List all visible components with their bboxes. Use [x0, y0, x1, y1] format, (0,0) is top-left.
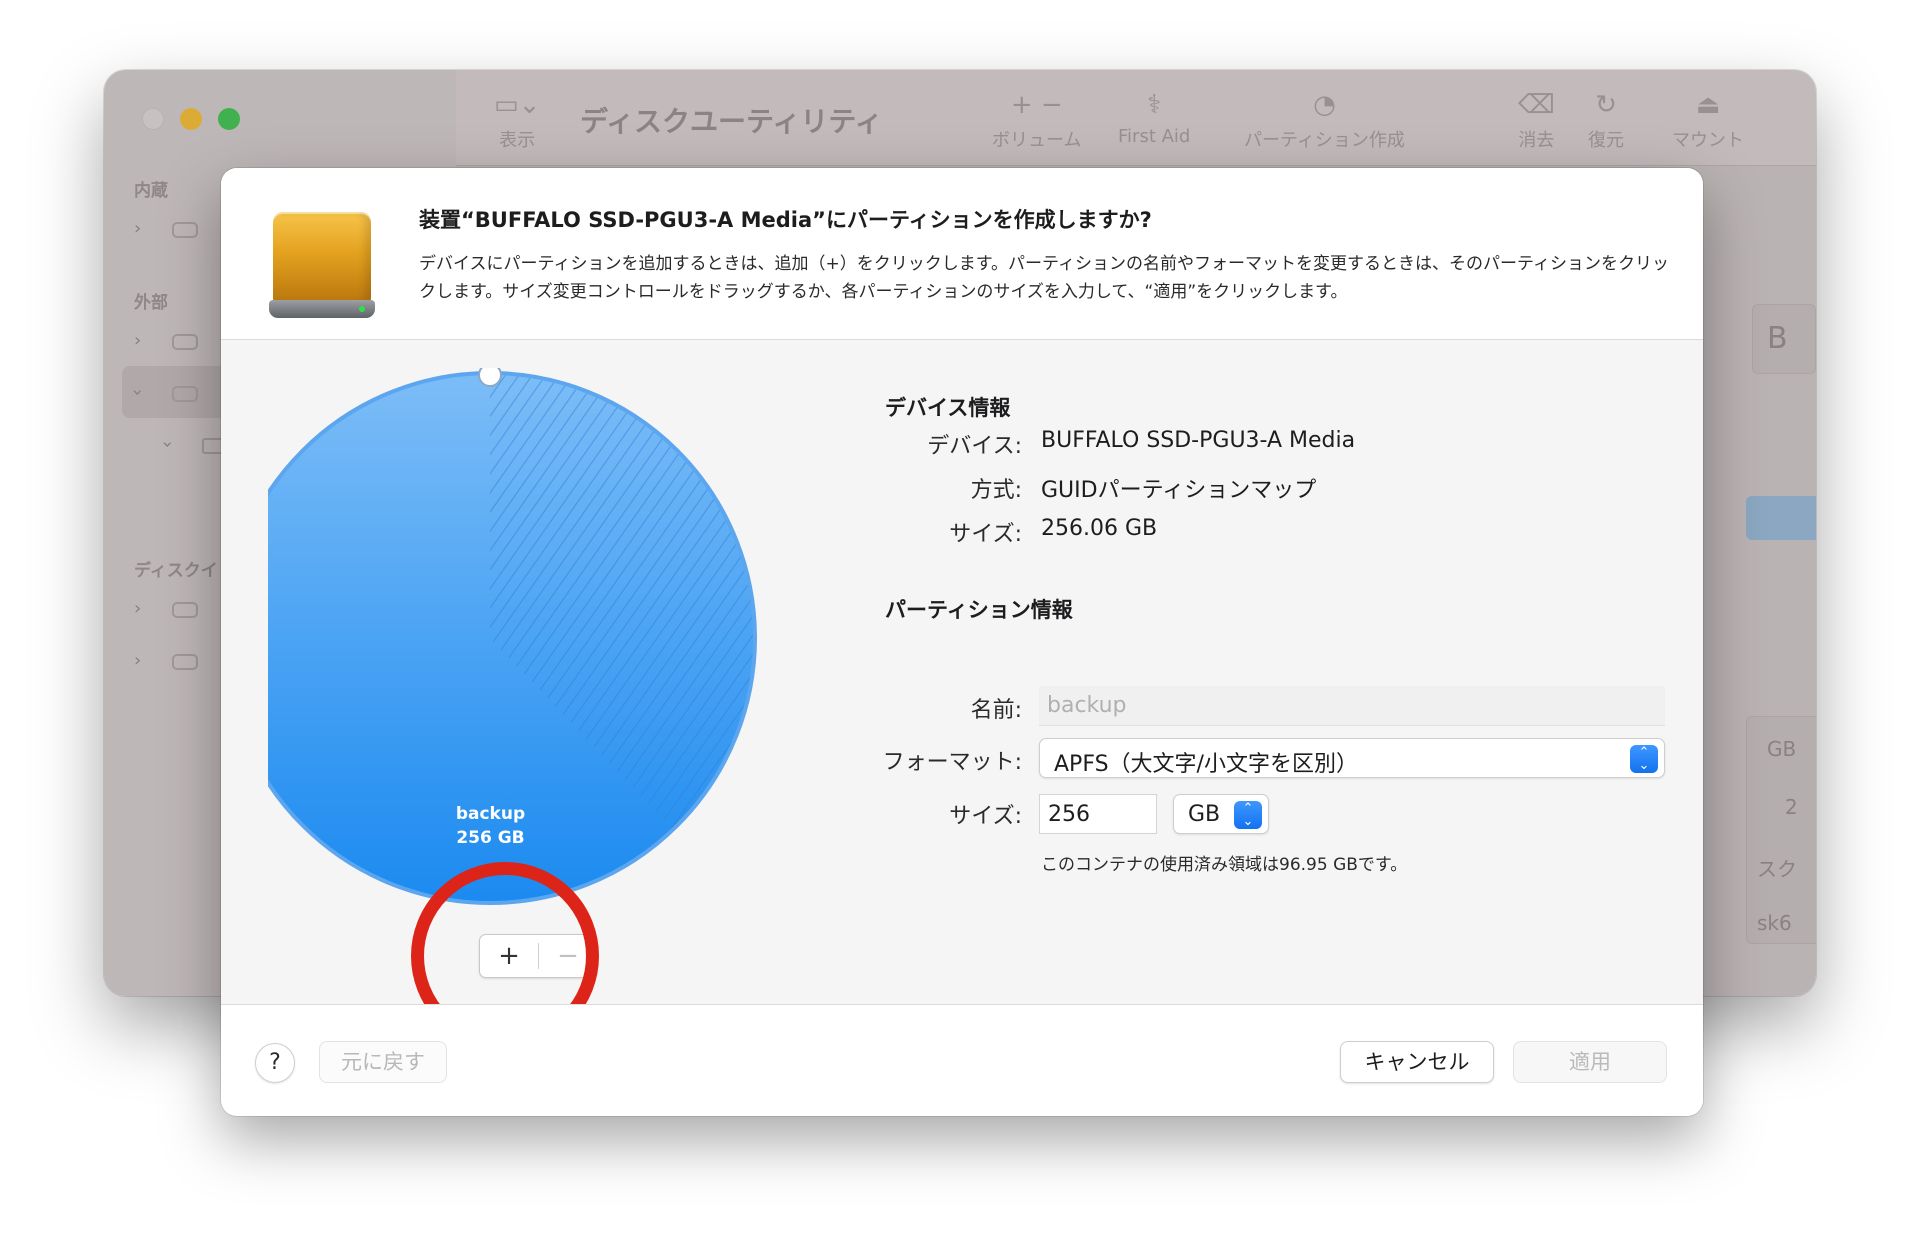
sidebar-section-internal: 内蔵 [134, 181, 168, 201]
chevron-down-icon[interactable]: › [127, 389, 148, 396]
partition-info-heading: パーティション情報 [885, 598, 1073, 622]
dialog-header: 装置“BUFFALO SSD-PGU3-A Media”にパーティションを作成し… [221, 168, 1703, 340]
device-info-heading: デバイス情報 [885, 396, 1011, 420]
device-label: デバイス: [927, 434, 1022, 459]
disk-icon [172, 222, 198, 238]
disk-icon [172, 654, 198, 670]
minimize-window-button[interactable] [180, 108, 202, 130]
size-value: 256 [1048, 802, 1090, 827]
partition-size-field[interactable]: 256 [1039, 794, 1157, 834]
used-space-note: このコンテナの使用済み領域は96.95 GBです。 [1041, 855, 1408, 875]
partition-toolbar-button[interactable]: ◔ パーティション作成 [1244, 88, 1405, 152]
capacity-box: B [1752, 304, 1816, 374]
chevron-right-icon[interactable]: › [134, 330, 141, 351]
partition-dialog: 装置“BUFFALO SSD-PGU3-A Media”にパーティションを作成し… [221, 168, 1703, 1116]
mount-icon: ⏏ [1695, 90, 1721, 120]
external-drive-icon [269, 212, 375, 320]
name-label: 名前: [970, 698, 1022, 723]
sidebar-section-disk-images: ディスクイ [134, 561, 218, 581]
chevron-down-icon[interactable]: › [157, 441, 178, 448]
partition-name-label: backup [455, 804, 526, 824]
first-aid-toolbar-button[interactable]: ⚕ First Aid [1118, 88, 1190, 147]
revert-button[interactable]: 元に戻す [319, 1041, 447, 1083]
help-button[interactable]: ? [255, 1043, 295, 1083]
device-size-label: サイズ: [949, 522, 1022, 547]
dialog-title: 装置“BUFFALO SSD-PGU3-A Media”にパーティションを作成し… [419, 208, 1152, 232]
resize-handle[interactable] [478, 368, 502, 387]
device-value: BUFFALO SSD-PGU3-A Media [1041, 428, 1356, 453]
format-label: フォーマット: [882, 750, 1022, 775]
partition-pie-icon: ◔ [1313, 90, 1336, 120]
chevron-right-icon[interactable]: › [134, 598, 141, 619]
format-value: APFS（大文字/小文字を区別） [1054, 752, 1358, 777]
dialog-footer: ? 元に戻す キャンセル 適用 [221, 1004, 1703, 1116]
scheme-value: GUIDパーティションマップ [1041, 478, 1317, 503]
sidebar-section-external: 外部 [134, 293, 168, 313]
format-popup[interactable]: APFS（大文字/小文字を区別） ⌃ ⌄ [1039, 738, 1665, 778]
toolbar: ▭⌄ 表示 ディスクユーティリティ + − ボリューム ⚕ First Aid … [456, 70, 1816, 166]
name-placeholder: backup [1047, 693, 1127, 718]
restore-icon: ↻ [1595, 90, 1617, 120]
stethoscope-icon: ⚕ [1147, 90, 1162, 120]
disk-icon [172, 334, 198, 350]
partition-size-label: 256 GB [456, 828, 525, 848]
chevron-right-icon[interactable]: › [134, 650, 141, 671]
cancel-button[interactable]: キャンセル [1340, 1041, 1494, 1083]
info-table-fragment: GB 2 スク sk6 [1746, 716, 1816, 944]
disk-icon [172, 602, 198, 618]
partition-pie-chart[interactable]: backup 256 GB [268, 368, 808, 908]
mount-toolbar-button[interactable]: ⏏ マウント [1672, 88, 1744, 152]
close-window-button[interactable] [142, 108, 164, 130]
plus-minus-icon: + − [1010, 90, 1063, 120]
up-down-chevron-icon: ⌃ ⌄ [1630, 745, 1658, 773]
dialog-description: デバイスにパーティションを追加するときは、追加（+）をクリックします。パーティシ… [419, 254, 1669, 302]
partition-name-field[interactable]: backup [1039, 686, 1665, 726]
volume-toolbar-button[interactable]: + − ボリューム [992, 88, 1081, 152]
zoom-window-button[interactable] [218, 108, 240, 130]
partition-pie-svg[interactable] [268, 368, 808, 908]
size-label: サイズ: [949, 804, 1022, 829]
unit-value: GB [1188, 802, 1221, 827]
chevron-right-icon[interactable]: › [134, 218, 141, 239]
disk-icon [172, 386, 198, 402]
restore-toolbar-button[interactable]: ↻ 復元 [1588, 88, 1624, 152]
erase-toolbar-button[interactable]: ⌫ 消去 [1518, 88, 1555, 152]
sidebar-toggle-icon: ▭⌄ [494, 90, 541, 120]
scheme-label: 方式: [970, 478, 1022, 503]
view-toolbar-button[interactable]: ▭⌄ 表示 [494, 88, 540, 152]
erase-icon: ⌫ [1518, 90, 1555, 120]
usage-bar-fragment [1746, 496, 1816, 540]
window-title: ディスクユーティリティ [580, 105, 883, 138]
apply-button[interactable]: 適用 [1513, 1041, 1667, 1083]
up-down-chevron-icon: ⌃ ⌄ [1234, 801, 1262, 829]
device-size-value: 256.06 GB [1041, 516, 1158, 541]
size-unit-popup[interactable]: GB ⌃ ⌄ [1173, 794, 1269, 834]
